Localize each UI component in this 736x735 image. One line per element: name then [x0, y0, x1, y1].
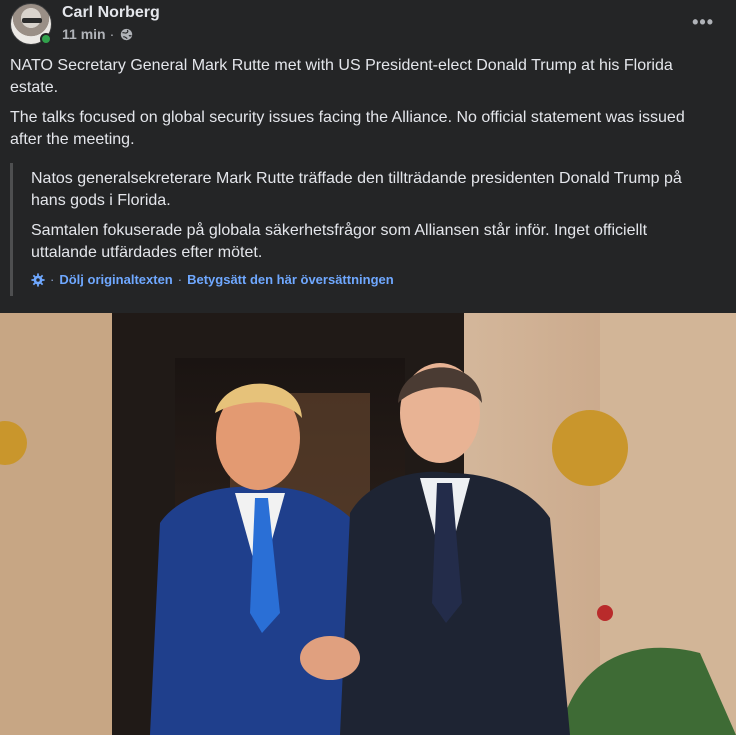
left-pillar — [0, 313, 120, 735]
online-status-icon — [40, 33, 52, 45]
author-name[interactable]: Carl Norberg — [62, 4, 160, 22]
globe-icon[interactable] — [120, 28, 133, 41]
post-paragraph: NATO Secretary General Mark Rutte met wi… — [10, 57, 673, 96]
more-options-icon[interactable]: ••• — [692, 12, 714, 33]
translation-block: Natos generalsekreterare Mark Rutte träf… — [10, 163, 722, 296]
action-separator: · — [50, 272, 55, 287]
post-meta: 11 min · — [62, 26, 133, 42]
post-header: Carl Norberg 11 min · ••• — [0, 0, 736, 50]
translation-paragraph: Samtalen fokuserade på globala säkerhets… — [31, 222, 648, 261]
translation-actions: · Dölj originaltexten · Betygsätt den hä… — [31, 272, 394, 287]
post-time[interactable]: 11 min — [62, 26, 106, 42]
post-body: NATO Secretary General Mark Rutte met wi… — [10, 55, 720, 159]
post-paragraph: The talks focused on global security iss… — [10, 109, 685, 148]
rate-translation-link[interactable]: Betygsätt den här översättningen — [187, 272, 394, 287]
gold-lion-ornament — [552, 410, 628, 486]
settings-gear-icon[interactable] — [31, 272, 45, 287]
handshake — [300, 636, 360, 680]
avatar-glasses — [22, 18, 42, 23]
photo-illustration — [0, 313, 736, 735]
translation-paragraph: Natos generalsekreterare Mark Rutte träf… — [31, 170, 682, 209]
post-photo[interactable] — [0, 313, 736, 735]
red-flower — [597, 605, 613, 621]
action-separator: · — [177, 272, 183, 287]
translation-body: Natos generalsekreterare Mark Rutte träf… — [31, 168, 715, 272]
meta-separator: · — [109, 26, 115, 42]
hide-original-link[interactable]: Dölj originaltexten — [59, 272, 172, 287]
